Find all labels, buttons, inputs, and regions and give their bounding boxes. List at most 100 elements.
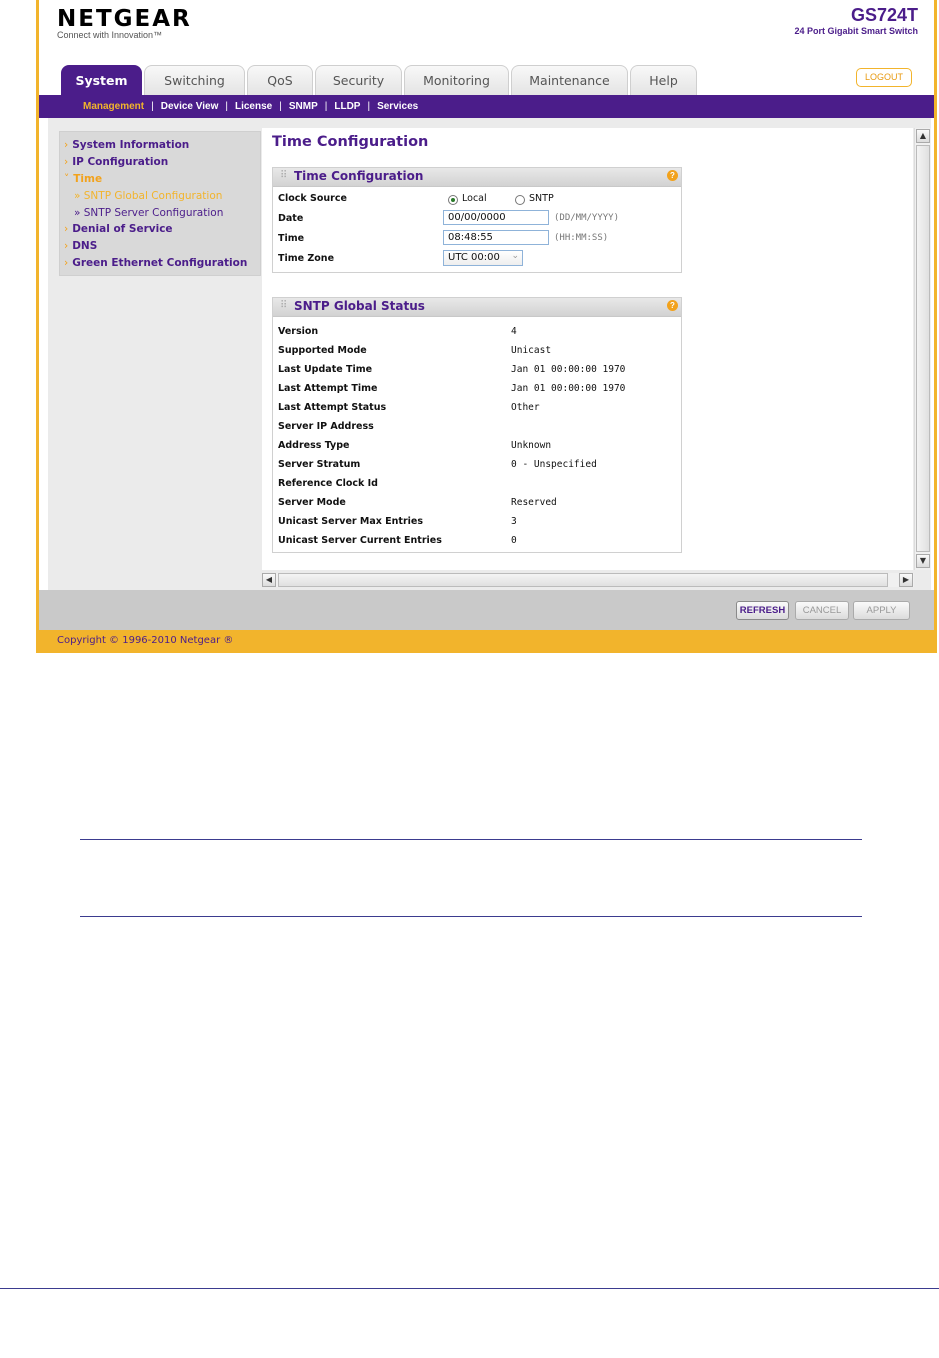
scroll-down-icon[interactable]: ▼: [916, 554, 930, 568]
subnav-services[interactable]: Services: [370, 101, 425, 112]
nav-system-information[interactable]: › System Information: [64, 139, 189, 151]
chevron-right-icon: ›: [64, 240, 69, 252]
date-input[interactable]: 00/00/0000: [443, 210, 549, 225]
scroll-left-icon[interactable]: ◀: [262, 573, 276, 587]
date-label: Date: [278, 213, 304, 224]
help-icon[interactable]: ?: [667, 300, 678, 311]
panel-header: ⠿ Time Configuration ?: [273, 168, 681, 187]
header: NETGEAR Connect with Innovation™ GS724T …: [39, 0, 934, 95]
model-name: GS724T: [850, 5, 918, 25]
subnav-snmp[interactable]: SNMP: [282, 101, 325, 112]
apply-button[interactable]: APPLY: [853, 601, 910, 620]
status-label: Version: [278, 326, 319, 337]
nav-dns[interactable]: › DNS: [64, 240, 97, 252]
vertical-scrollbar[interactable]: ▲ ▼: [914, 128, 931, 570]
scroll-up-icon[interactable]: ▲: [916, 129, 930, 143]
nav-green-ethernet[interactable]: › Green Ethernet Configuration: [64, 257, 247, 269]
time-zone-select[interactable]: UTC 00:00 ⌄: [443, 250, 523, 266]
time-configuration-panel: ⠿ Time Configuration ? Clock Source Loca…: [272, 167, 682, 273]
chevron-down-icon: ⌄: [511, 251, 519, 261]
nav-sntp-global-configuration[interactable]: » SNTP Global Configuration: [74, 190, 222, 202]
status-value: Jan 01 00:00:00 1970: [511, 383, 626, 394]
time-zone-value: UTC 00:00: [448, 252, 500, 263]
model-info: GS724T 24 Port Gigabit Smart Switch: [794, 5, 918, 36]
chevron-down-icon: ˅: [64, 173, 70, 185]
vertical-scroll-thumb[interactable]: [916, 145, 930, 552]
status-label: Reference Clock Id: [278, 478, 378, 489]
clock-source-sntp-radio[interactable]: [515, 195, 525, 205]
status-label: Address Type: [278, 440, 350, 451]
nav-sntp-server-configuration[interactable]: » SNTP Server Configuration: [74, 207, 223, 219]
status-value: 4: [511, 326, 517, 337]
status-value: 0: [511, 535, 517, 546]
panel-header: ⠿ SNTP Global Status ?: [273, 298, 681, 317]
tab-system[interactable]: System: [61, 65, 142, 95]
subnav-license[interactable]: License: [228, 101, 279, 112]
nav-ip-configuration[interactable]: › IP Configuration: [64, 156, 168, 168]
tab-help[interactable]: Help: [630, 65, 697, 95]
nav-time[interactable]: ˅ Time: [64, 173, 102, 185]
screenshot-window: NETGEAR Connect with Innovation™ GS724T …: [36, 0, 937, 653]
page-title: Time Configuration: [272, 134, 429, 150]
tab-switching[interactable]: Switching: [144, 65, 245, 95]
nav-denial-of-service[interactable]: › Denial of Service: [64, 223, 173, 235]
logout-button[interactable]: LOGOUT: [856, 68, 912, 87]
status-value: Unknown: [511, 440, 552, 451]
subnav-lldp[interactable]: LLDP: [327, 101, 367, 112]
subnav-device-view[interactable]: Device View: [154, 101, 226, 112]
status-label: Unicast Server Max Entries: [278, 516, 424, 527]
status-label: Server IP Address: [278, 421, 374, 432]
status-label: Last Attempt Time: [278, 383, 378, 394]
time-format-hint: (HH:MM:SS): [554, 233, 609, 243]
divider: [80, 916, 862, 917]
clock-source-sntp-label: SNTP: [529, 193, 554, 204]
model-description: 24 Port Gigabit Smart Switch: [794, 26, 918, 36]
horizontal-scrollbar[interactable]: ◀ ▶: [262, 573, 914, 587]
divider: [0, 1288, 939, 1289]
status-value: Unicast: [511, 345, 552, 356]
time-label: Time: [278, 233, 305, 244]
horizontal-scroll-thumb[interactable]: [278, 573, 888, 587]
sub-navigation: Management | Device View | License | SNM…: [39, 95, 934, 118]
clock-source-label: Clock Source: [278, 193, 347, 204]
tab-monitoring[interactable]: Monitoring: [404, 65, 509, 95]
grip-icon: ⠿: [280, 170, 288, 181]
copyright-bar: Copyright © 1996-2010 Netgear ®: [39, 630, 934, 650]
clock-source-local-radio[interactable]: [448, 195, 458, 205]
scroll-right-icon[interactable]: ▶: [899, 573, 913, 587]
time-zone-label: Time Zone: [278, 253, 335, 264]
status-value: Jan 01 00:00:00 1970: [511, 364, 626, 375]
status-label: Server Mode: [278, 497, 346, 508]
subnav-management[interactable]: Management: [76, 101, 151, 112]
left-navigation: › System Information › IP Configuration ˅ T…: [59, 131, 261, 276]
refresh-button[interactable]: REFRESH: [736, 601, 789, 620]
action-bar: REFRESH CANCEL APPLY: [39, 590, 934, 630]
tab-maintenance[interactable]: Maintenance: [511, 65, 628, 95]
logo-text: NETGEAR: [57, 6, 192, 32]
content-area: › System Information › IP Configuration ˅ T…: [48, 118, 931, 590]
tab-qos[interactable]: QoS: [247, 65, 313, 95]
time-input[interactable]: 08:48:55: [443, 230, 549, 245]
date-format-hint: (DD/MM/YYYY): [554, 213, 620, 223]
help-icon[interactable]: ?: [667, 170, 678, 181]
panel-title: Time Configuration: [294, 169, 424, 183]
copyright-text: Copyright © 1996-2010 Netgear ®: [57, 635, 234, 646]
panel-title: SNTP Global Status: [294, 299, 425, 313]
status-value: 0 - Unspecified: [511, 459, 597, 470]
tab-security[interactable]: Security: [315, 65, 402, 95]
cancel-button[interactable]: CANCEL: [795, 601, 849, 620]
netgear-logo: NETGEAR Connect with Innovation™: [57, 6, 192, 40]
sntp-global-status-panel: ⠿ SNTP Global Status ? Version 4 Support…: [272, 297, 682, 553]
status-label: Last Update Time: [278, 364, 373, 375]
clock-source-local-label: Local: [462, 193, 487, 204]
status-label: Last Attempt Status: [278, 402, 387, 413]
chevron-right-icon: ›: [64, 156, 69, 168]
grip-icon: ⠿: [280, 300, 288, 311]
status-label: Supported Mode: [278, 345, 367, 356]
status-value: Other: [511, 402, 540, 413]
chevron-right-icon: ›: [64, 223, 69, 235]
chevron-right-icon: ›: [64, 139, 69, 151]
status-label: Server Stratum: [278, 459, 361, 470]
divider: [80, 839, 862, 840]
main-panel: Time Configuration ⠿ Time Configuration …: [262, 128, 913, 570]
